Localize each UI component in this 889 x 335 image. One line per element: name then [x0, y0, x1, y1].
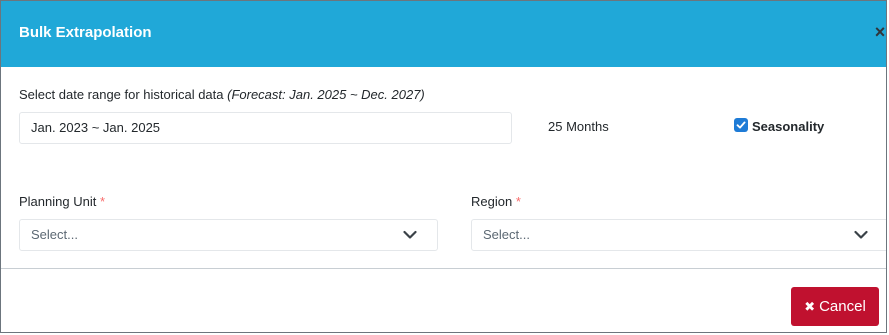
- chevron-down-icon: [403, 230, 417, 239]
- region-label: Region *: [471, 194, 521, 210]
- date-range-label: Select date range for historical data (F…: [19, 87, 425, 103]
- seasonality-checkbox[interactable]: [734, 118, 748, 132]
- footer-divider: [1, 268, 886, 269]
- cancel-button[interactable]: ✖ Cancel: [791, 287, 879, 326]
- times-icon: ✖: [804, 299, 816, 314]
- forecast-hint: (Forecast: Jan. 2025 ~ Dec. 2027): [227, 87, 425, 102]
- dialog-header: Bulk Extrapolation ×: [1, 1, 886, 67]
- planning-unit-label-text: Planning Unit: [19, 194, 97, 209]
- date-range-value: Jan. 2023 ~ Jan. 2025: [31, 120, 161, 135]
- close-icon: ×: [874, 22, 886, 42]
- region-label-text: Region: [471, 194, 513, 209]
- planning-unit-label: Planning Unit *: [19, 194, 105, 210]
- date-range-input[interactable]: Jan. 2023 ~ Jan. 2025: [19, 112, 512, 144]
- date-range-label-text: Select date range for historical data: [19, 87, 228, 102]
- chevron-down-icon: [854, 230, 868, 239]
- region-placeholder: Select...: [483, 227, 530, 242]
- region-select[interactable]: Select...: [471, 219, 886, 251]
- dialog-title: Bulk Extrapolation: [19, 24, 152, 41]
- planning-unit-placeholder: Select...: [31, 227, 78, 242]
- cancel-label: Cancel: [819, 298, 866, 315]
- required-marker: *: [99, 194, 106, 209]
- seasonality-label[interactable]: Seasonality: [752, 119, 824, 135]
- required-marker: *: [515, 194, 521, 209]
- check-icon: [736, 121, 746, 129]
- close-button[interactable]: ×: [870, 20, 886, 44]
- planning-unit-select[interactable]: Select...: [19, 219, 438, 251]
- months-count: 25 Months: [548, 119, 609, 134]
- bulk-extrapolation-dialog: Bulk Extrapolation × Select date range f…: [0, 0, 887, 333]
